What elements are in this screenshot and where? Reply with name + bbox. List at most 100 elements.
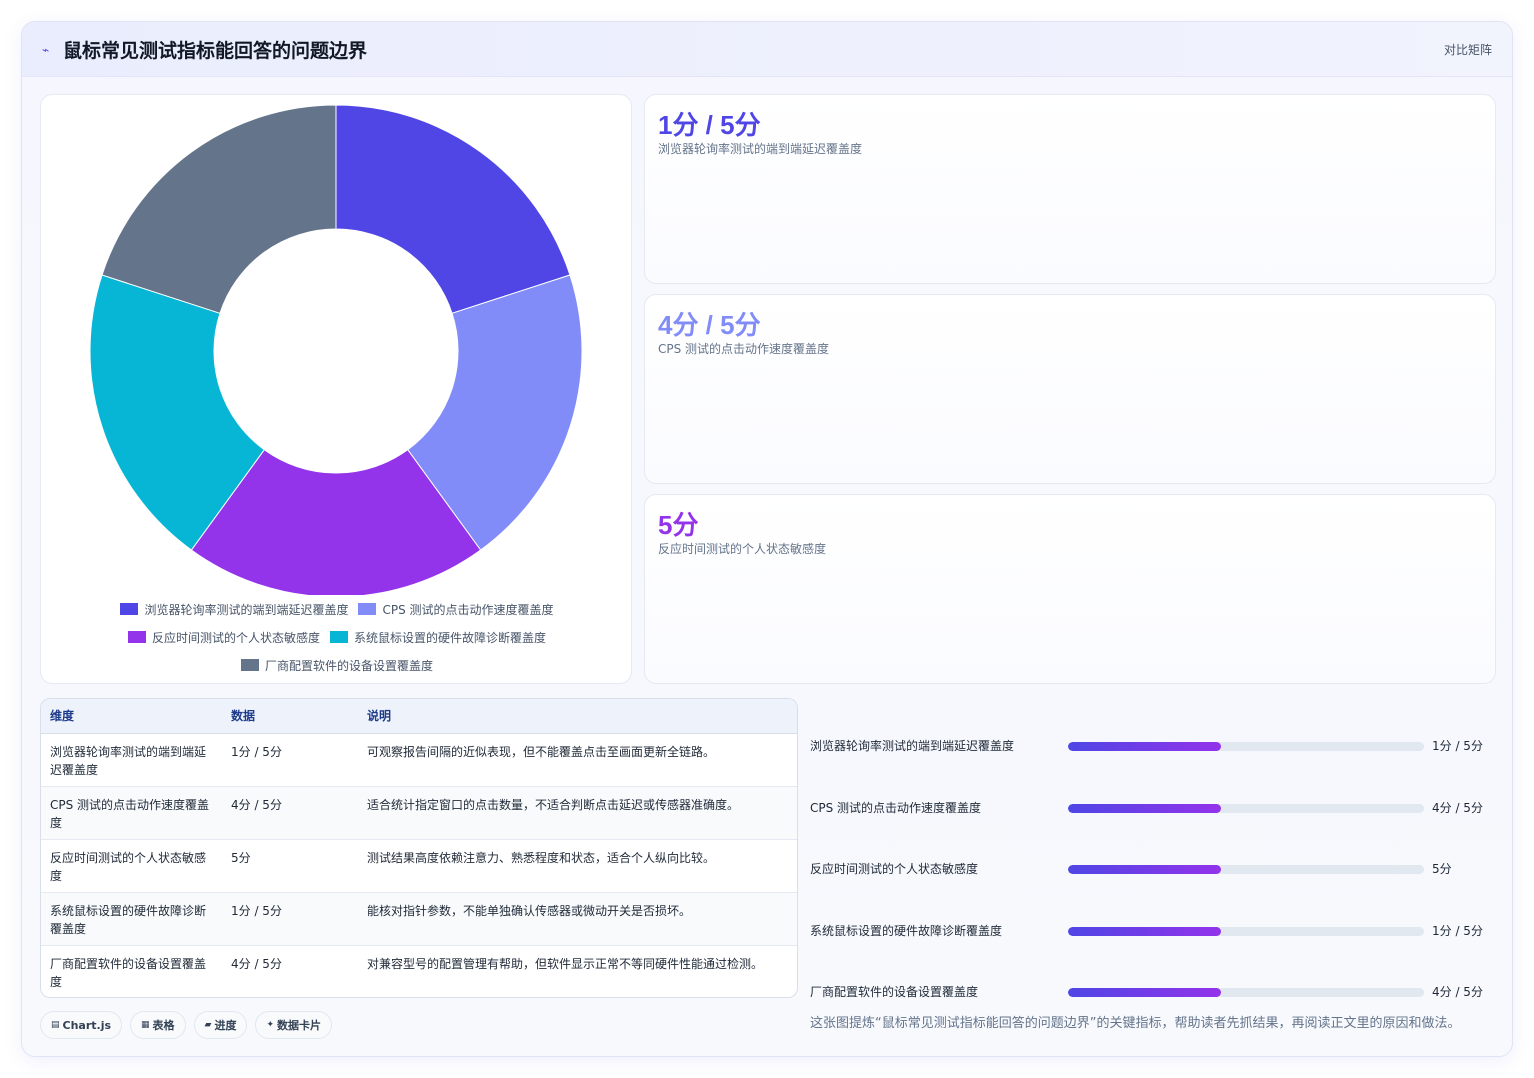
table-row: 系统鼠标设置的硬件故障诊断覆盖度 1分 / 5分 能核对指针参数，不能单独确认传…	[41, 892, 797, 946]
sparkle-icon: ✦	[266, 1020, 275, 1030]
progress-track	[1068, 927, 1424, 936]
progress-value: 1分 / 5分	[1432, 739, 1483, 753]
chip-table[interactable]: ▦ 表格	[130, 1011, 186, 1039]
legend-item[interactable]: 系统鼠标设置的硬件故障诊断覆盖度	[330, 629, 546, 645]
column-header: 维度	[41, 699, 222, 734]
table-cell: 对兼容型号的配置管理有帮助，但软件显示正常不等同硬件性能通过检测。	[367, 956, 764, 971]
progress-row: 系统鼠标设置的硬件故障诊断覆盖度 1分 / 5分	[810, 921, 1500, 941]
legend-swatch	[358, 603, 377, 615]
progress-row: 反应时间测试的个人状态敏感度 5分	[810, 859, 1500, 879]
table-cell: 5分	[222, 839, 358, 893]
progress-fill	[1068, 804, 1222, 813]
donut-chart	[89, 104, 583, 595]
progress-label: 系统鼠标设置的硬件故障诊断覆盖度	[810, 924, 1003, 938]
legend-item[interactable]: 反应时间测试的个人状态敏感度	[127, 629, 320, 645]
stat-label: 浏览器轮询率测试的端到端延迟覆盖度	[658, 142, 863, 156]
table-cell: 4分 / 5分	[222, 786, 358, 840]
chart-legend: 浏览器轮询率测试的端到端延迟覆盖度 CPS 测试的点击动作速度覆盖度反应时间测试的…	[61, 601, 613, 673]
legend-swatch	[120, 603, 139, 615]
progress-row: 浏览器轮询率测试的端到端延迟覆盖度 1分 / 5分	[810, 736, 1500, 756]
table-row: 厂商配置软件的设备设置覆盖度 4分 / 5分 对兼容型号的配置管理有帮助，但软件…	[41, 945, 797, 997]
legend-item[interactable]: CPS 测试的点击动作速度覆盖度	[358, 601, 554, 617]
legend-swatch	[240, 659, 259, 671]
progress-fill	[1068, 742, 1222, 751]
table-icon: ▦	[141, 1020, 150, 1030]
table-row: 浏览器轮询率测试的端到端延迟覆盖度 1分 / 5分 可观察报告间隔的近似表现，但…	[41, 733, 797, 787]
progress-label: 厂商配置软件的设备设置覆盖度	[810, 985, 979, 999]
table-cell: CPS 测试的点击动作速度覆盖度	[41, 786, 222, 840]
chip-label: 表格	[152, 1019, 175, 1032]
chip-label: 进度	[214, 1019, 237, 1032]
donut-chart-panel: 浏览器轮询率测试的端到端延迟覆盖度 CPS 测试的点击动作速度覆盖度反应时间测试的…	[40, 94, 632, 684]
data-table-panel: 维度 数据 说明 浏览器轮询率测试的端到端延迟覆盖度 1分 / 5分 可观察报告…	[40, 698, 798, 998]
column-header: 数据	[222, 699, 358, 734]
stat-label: 反应时间测试的个人状态敏感度	[658, 542, 827, 556]
progress-list: 浏览器轮询率测试的端到端延迟覆盖度 1分 / 5分 CPS 测试的点击动作速度覆盖度…	[810, 698, 1500, 1018]
table-row: CPS 测试的点击动作速度覆盖度 4分 / 5分 适合统计指定窗口的点击数量，不…	[41, 786, 797, 840]
progress-label: 反应时间测试的个人状态敏感度	[810, 862, 979, 876]
table-cell: 厂商配置软件的设备设置覆盖度	[50, 956, 207, 989]
progress-value: 5分	[1432, 862, 1452, 876]
feature-chips: ▤ Chart.js ▦ 表格 ▰ 进度 ✦ 数据卡片	[40, 1011, 333, 1039]
dashboard-card: ⌁ 鼠标常见测试指标能回答的问题边界 对比矩阵 浏览器轮询率测试的端到端延迟覆盖…	[21, 21, 1513, 1057]
stat-card-polling: 1分 / 5分 浏览器轮询率测试的端到端延迟覆盖度	[644, 94, 1496, 284]
chip-label: Chart.js	[62, 1018, 112, 1032]
table-cell: 反应时间测试的个人状态敏感度	[41, 839, 222, 893]
chart-icon: ▤	[51, 1020, 60, 1030]
table-row: 反应时间测试的个人状态敏感度 5分 测试结果高度依赖注意力、熟悉程度和状态，适合…	[41, 839, 797, 893]
chart-caption: 这张图提炼“鼠标常见测试指标能回答的问题边界”的关键指标，帮助读者先抓结果，再阅…	[810, 1016, 1461, 1031]
stat-value: 5分	[658, 510, 699, 540]
legend-label: 厂商配置软件的设备设置覆盖度	[264, 658, 433, 673]
legend-swatch	[330, 631, 348, 643]
progress-fill	[1068, 988, 1222, 997]
progress-row: 厂商配置软件的设备设置覆盖度 4分 / 5分	[810, 982, 1500, 1002]
table-cell: 1分 / 5分	[222, 892, 358, 946]
progress-value: 4分 / 5分	[1432, 801, 1483, 815]
legend-item[interactable]: 厂商配置软件的设备设置覆盖度	[240, 657, 433, 673]
progress-icon: ▰	[204, 1020, 212, 1030]
progress-track	[1068, 742, 1424, 751]
progress-track	[1068, 865, 1424, 874]
stat-card-cps: 4分 / 5分 CPS 测试的点击动作速度覆盖度	[644, 294, 1496, 484]
donut-slice[interactable]	[335, 104, 571, 314]
legend-label: 系统鼠标设置的硬件故障诊断覆盖度	[354, 630, 547, 645]
table-cell: 1分 / 5分	[222, 733, 358, 787]
page-title: 鼠标常见测试指标能回答的问题边界	[63, 40, 368, 62]
stat-card-reaction: 5分 反应时间测试的个人状态敏感度	[644, 494, 1496, 684]
progress-label: 浏览器轮询率测试的端到端延迟覆盖度	[810, 739, 1015, 753]
chart-line-icon: ⌁	[42, 43, 50, 57]
table-cell: 4分 / 5分	[231, 956, 282, 971]
table-cell: 能核对指针参数，不能单独确认传感器或微动开关是否损坏。	[358, 892, 797, 946]
table-cell: 浏览器轮询率测试的端到端延迟覆盖度	[41, 733, 222, 787]
table-header-row: 维度 数据 说明	[41, 699, 797, 734]
chip-chartjs[interactable]: ▤ Chart.js	[40, 1011, 123, 1039]
stat-value: 4分 / 5分	[658, 310, 761, 340]
data-table: 维度 数据 说明 浏览器轮询率测试的端到端延迟覆盖度 1分 / 5分 可观察报告…	[41, 699, 797, 997]
progress-fill	[1068, 927, 1222, 936]
legend-item[interactable]: 浏览器轮询率测试的端到端延迟覆盖度	[120, 601, 348, 617]
legend-label: 浏览器轮询率测试的端到端延迟覆盖度	[144, 602, 349, 617]
legend-swatch	[127, 631, 146, 643]
legend-label: CPS 测试的点击动作速度覆盖度	[382, 602, 554, 617]
progress-track	[1068, 988, 1424, 997]
chip-label: 数据卡片	[277, 1019, 322, 1032]
column-header: 说明	[358, 699, 797, 734]
progress-label: CPS 测试的点击动作速度覆盖度	[810, 801, 982, 815]
donut-slice[interactable]	[101, 104, 337, 314]
chip-data-card[interactable]: ✦ 数据卡片	[255, 1011, 333, 1039]
progress-fill	[1068, 865, 1222, 874]
card-header: ⌁ 鼠标常见测试指标能回答的问题边界 对比矩阵	[22, 22, 1512, 77]
compare-matrix-link[interactable]: 对比矩阵	[1444, 41, 1492, 58]
progress-track	[1068, 804, 1424, 813]
chip-progress[interactable]: ▰ 进度	[193, 1011, 248, 1039]
progress-row: CPS 测试的点击动作速度覆盖度 4分 / 5分	[810, 798, 1500, 818]
table-cell: 适合统计指定窗口的点击数量，不适合判断点击延迟或传感器准确度。	[358, 786, 797, 840]
table-cell: 可观察报告间隔的近似表现，但不能覆盖点击至画面更新全链路。	[358, 733, 797, 787]
table-cell: 测试结果高度依赖注意力、熟悉程度和状态，适合个人纵向比较。	[358, 839, 797, 893]
progress-value: 1分 / 5分	[1432, 924, 1483, 938]
legend-label: 反应时间测试的个人状态敏感度	[151, 630, 320, 645]
progress-value: 4分 / 5分	[1432, 985, 1483, 999]
stat-value: 1分 / 5分	[658, 110, 761, 140]
stat-label: CPS 测试的点击动作速度覆盖度	[658, 342, 830, 356]
table-cell: 系统鼠标设置的硬件故障诊断覆盖度	[41, 892, 222, 946]
